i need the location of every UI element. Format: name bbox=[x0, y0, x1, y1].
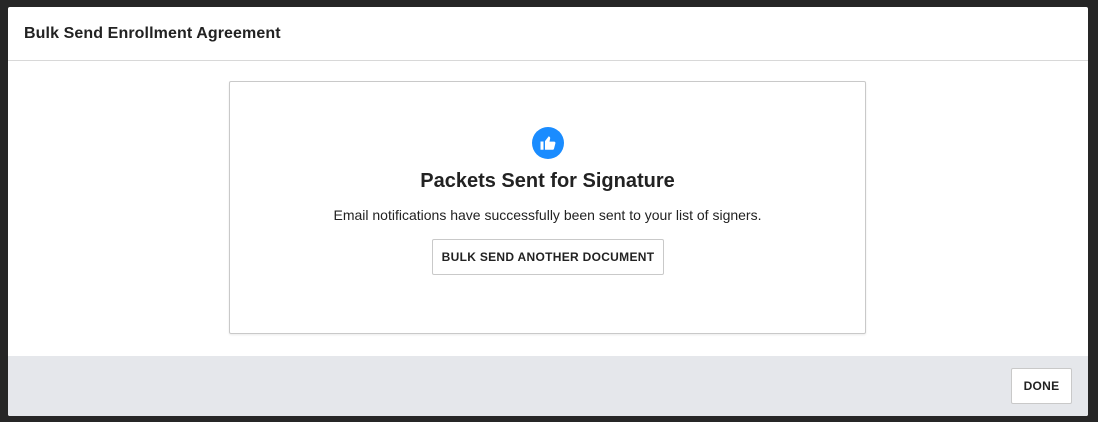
done-button[interactable]: DONE bbox=[1011, 368, 1072, 404]
modal-header: Bulk Send Enrollment Agreement bbox=[8, 7, 1088, 61]
modal-footer: DONE bbox=[8, 356, 1088, 416]
modal-body: Packets Sent for Signature Email notific… bbox=[8, 61, 1088, 355]
thumbs-up-icon bbox=[532, 127, 564, 159]
success-card: Packets Sent for Signature Email notific… bbox=[229, 81, 866, 334]
success-message: Email notifications have successfully be… bbox=[333, 207, 762, 223]
modal-title: Bulk Send Enrollment Agreement bbox=[24, 24, 281, 42]
bulk-send-modal: Bulk Send Enrollment Agreement Packets S… bbox=[8, 7, 1088, 416]
bulk-send-another-button[interactable]: BULK SEND ANOTHER DOCUMENT bbox=[432, 239, 664, 275]
success-title: Packets Sent for Signature bbox=[420, 170, 675, 192]
